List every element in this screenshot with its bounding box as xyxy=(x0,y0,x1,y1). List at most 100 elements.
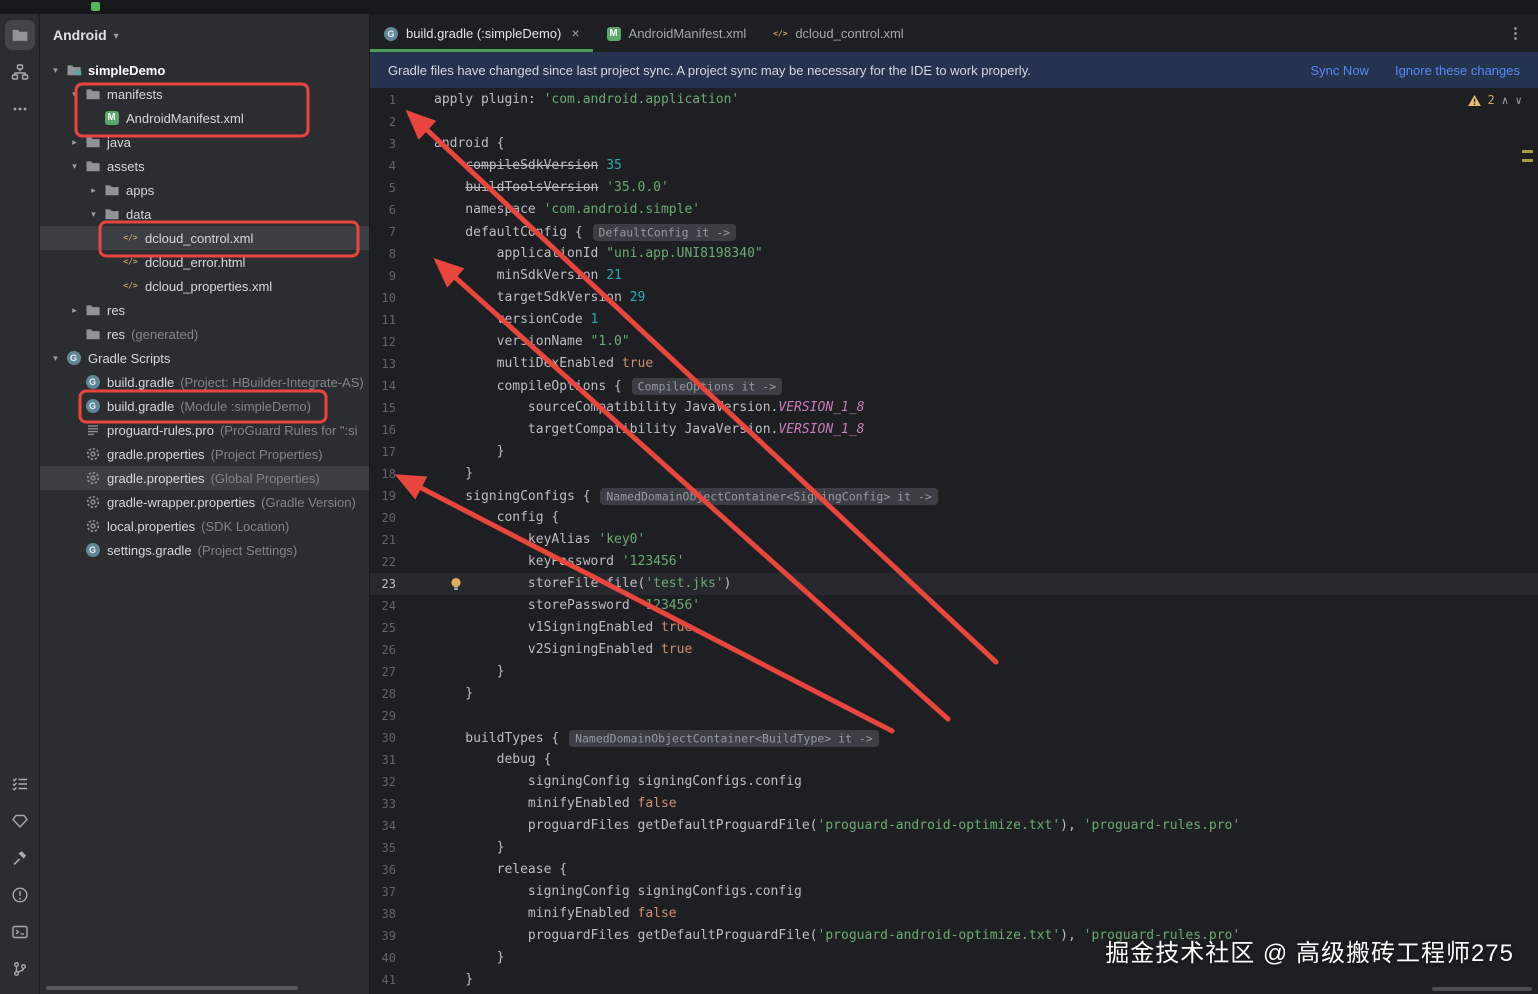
code-line[interactable]: 32 signingConfig signingConfigs.config xyxy=(370,771,1538,793)
code-line[interactable]: 36 release { xyxy=(370,859,1538,881)
code-line[interactable]: 19 signingConfigs { NamedDomainObjectCon… xyxy=(370,485,1538,507)
line-number[interactable]: 29 xyxy=(370,705,396,727)
tree-item-data[interactable]: ▾ data xyxy=(40,202,369,226)
tree-item-gradle-scripts[interactable]: ▾ G Gradle Scripts xyxy=(40,346,369,370)
code-line[interactable]: 22 keyPassword '123456' xyxy=(370,551,1538,573)
line-number[interactable]: 35 xyxy=(370,837,396,859)
chevron-right-icon[interactable]: ▸ xyxy=(67,137,82,148)
line-number[interactable]: 11 xyxy=(370,309,396,331)
tree-item-assets[interactable]: ▾ assets xyxy=(40,154,369,178)
tree-item-manifests[interactable]: ▾ manifests xyxy=(40,82,369,106)
tree-item-simpledemo[interactable]: ▾ simpleDemo xyxy=(40,58,369,82)
tree-item-gradle-properties-global-properties[interactable]: gradle.properties (Global Properties) xyxy=(40,466,369,490)
warning-stripe-mark[interactable] xyxy=(1522,159,1533,162)
tab-androidmanifest-xml[interactable]: M AndroidManifest.xml xyxy=(593,14,760,52)
tree-item-dcloud-control-xml[interactable]: </> dcloud_control.xml xyxy=(40,226,369,250)
line-number[interactable]: 31 xyxy=(370,749,396,771)
line-number[interactable]: 18 xyxy=(370,463,396,485)
code-line[interactable]: 14 compileOptions { CompileOptions it -> xyxy=(370,375,1538,397)
tree-item-local-properties-sdk-location[interactable]: local.properties (SDK Location) xyxy=(40,514,369,538)
line-number[interactable]: 28 xyxy=(370,683,396,705)
chevron-down-icon[interactable]: ▾ xyxy=(48,353,63,364)
chevron-down-icon[interactable]: ▾ xyxy=(67,161,82,172)
tree-item-res[interactable]: ▸ res xyxy=(40,298,369,322)
code-line[interactable]: 28 } xyxy=(370,683,1538,705)
line-number[interactable]: 34 xyxy=(370,815,396,837)
line-number[interactable]: 14 xyxy=(370,375,396,397)
line-number[interactable]: 21 xyxy=(370,529,396,551)
line-number[interactable]: 26 xyxy=(370,639,396,661)
line-number[interactable]: 13 xyxy=(370,353,396,375)
line-number[interactable]: 36 xyxy=(370,859,396,881)
line-number[interactable]: 19 xyxy=(370,485,396,507)
line-number[interactable]: 5 xyxy=(370,177,396,199)
line-number[interactable]: 32 xyxy=(370,771,396,793)
code-line[interactable]: 31 debug { xyxy=(370,749,1538,771)
project-view-selector[interactable]: Android ▾ xyxy=(40,14,369,56)
inspections-widget[interactable]: 2 ∧ ∨ xyxy=(1467,93,1522,107)
tab-dcloud-control-xml[interactable]: </> dcloud_control.xml xyxy=(759,14,916,52)
line-number[interactable]: 27 xyxy=(370,661,396,683)
chevron-right-icon[interactable]: ▸ xyxy=(86,185,101,196)
code-line[interactable]: 33 minifyEnabled false xyxy=(370,793,1538,815)
code-editor[interactable]: 1 apply plugin: 'com.android.application'… xyxy=(370,88,1538,994)
chevron-down-icon[interactable]: ▾ xyxy=(67,89,82,100)
prev-problem-icon[interactable]: ∧ xyxy=(1502,94,1509,107)
close-tab-icon[interactable]: × xyxy=(571,25,579,41)
tree-item-gradle-wrapper-properties-gradle-version[interactable]: gradle-wrapper.properties (Gradle Version… xyxy=(40,490,369,514)
code-line[interactable]: 41 } xyxy=(370,969,1538,991)
tree-item-gradle-properties-project-properties[interactable]: gradle.properties (Project Properties) xyxy=(40,442,369,466)
terminal-tool-button[interactable] xyxy=(5,917,35,947)
code-line[interactable]: 12 versionName "1.0" xyxy=(370,331,1538,353)
line-number[interactable]: 24 xyxy=(370,595,396,617)
code-line[interactable]: 26 v2SigningEnabled true xyxy=(370,639,1538,661)
horizontal-scrollbar[interactable] xyxy=(1432,987,1532,991)
line-number[interactable]: 7 xyxy=(370,221,396,243)
todo-tool-button[interactable] xyxy=(5,769,35,799)
build-tool-button[interactable] xyxy=(5,843,35,873)
line-number[interactable]: 6 xyxy=(370,199,396,221)
code-line[interactable]: 8 applicationId "uni.app.UNI8198340" xyxy=(370,243,1538,265)
warning-stripe-mark[interactable] xyxy=(1522,150,1533,153)
tree-item-settings-gradle-project-settings[interactable]: Gsettings.gradle (Project Settings) xyxy=(40,538,369,562)
tree-item-res-generated[interactable]: res (generated) xyxy=(40,322,369,346)
code-line[interactable]: 16 targetCompatibility JavaVersion.VERSI… xyxy=(370,419,1538,441)
line-number[interactable]: 20 xyxy=(370,507,396,529)
code-line[interactable]: 3 android { xyxy=(370,133,1538,155)
tab-options-kebab-icon[interactable]: ⋮ xyxy=(1493,24,1538,42)
line-number[interactable]: 15 xyxy=(370,397,396,419)
chevron-right-icon[interactable]: ▸ xyxy=(67,305,82,316)
tab-build-gradle-simpledemo[interactable]: Gbuild.gradle (:simpleDemo) × xyxy=(370,14,593,52)
code-line[interactable]: 30 buildTypes { NamedDomainObjectContain… xyxy=(370,727,1538,749)
horizontal-scrollbar[interactable] xyxy=(46,986,298,990)
line-number[interactable]: 1 xyxy=(370,89,396,111)
line-number[interactable]: 2 xyxy=(370,111,396,133)
code-line[interactable]: 21 keyAlias 'key0' xyxy=(370,529,1538,551)
line-number[interactable]: 10 xyxy=(370,287,396,309)
line-number[interactable]: 40 xyxy=(370,947,396,969)
next-problem-icon[interactable]: ∨ xyxy=(1515,94,1522,107)
code-line[interactable]: 27 } xyxy=(370,661,1538,683)
line-number[interactable]: 39 xyxy=(370,925,396,947)
tree-item-apps[interactable]: ▸ apps xyxy=(40,178,369,202)
line-number[interactable]: 33 xyxy=(370,793,396,815)
code-line[interactable]: 15 sourceCompatibility JavaVersion.VERSI… xyxy=(370,397,1538,419)
line-number[interactable]: 38 xyxy=(370,903,396,925)
line-number[interactable]: 41 xyxy=(370,969,396,991)
tree-item-java[interactable]: ▸ java xyxy=(40,130,369,154)
line-number[interactable]: 16 xyxy=(370,419,396,441)
code-line[interactable]: 6 namespace 'com.android.simple' xyxy=(370,199,1538,221)
chevron-down-icon[interactable]: ▾ xyxy=(86,209,101,220)
sync-now-link[interactable]: Sync Now xyxy=(1310,63,1369,78)
code-line[interactable]: 20 config { xyxy=(370,507,1538,529)
line-number[interactable]: 3 xyxy=(370,133,396,155)
line-number[interactable]: 30 xyxy=(370,727,396,749)
tree-item-dcloud-error-html[interactable]: </> dcloud_error.html xyxy=(40,250,369,274)
code-line[interactable]: 17 } xyxy=(370,441,1538,463)
line-number[interactable]: 9 xyxy=(370,265,396,287)
code-line[interactable]: 7 defaultConfig { DefaultConfig it -> xyxy=(370,221,1538,243)
line-number[interactable]: 25 xyxy=(370,617,396,639)
code-line[interactable]: 1 apply plugin: 'com.android.application' xyxy=(370,89,1538,111)
code-line[interactable]: 18 } xyxy=(370,463,1538,485)
structure-tool-button[interactable] xyxy=(5,57,35,87)
